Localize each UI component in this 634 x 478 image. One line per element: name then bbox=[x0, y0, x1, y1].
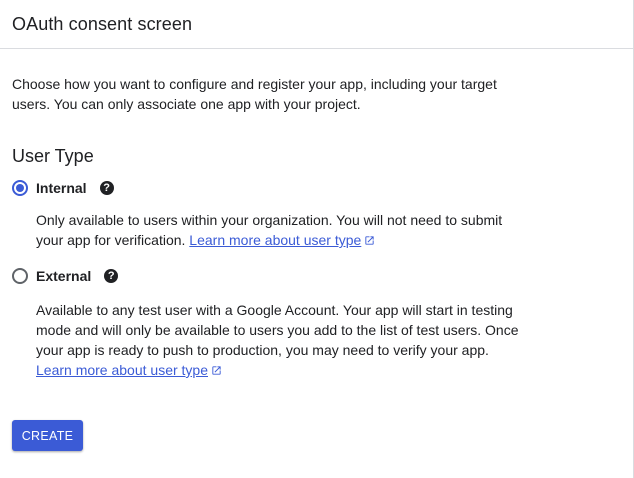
intro-description: Choose how you want to configure and reg… bbox=[12, 76, 497, 112]
open-in-new-icon[interactable] bbox=[364, 235, 375, 246]
internal-description: Only available to users within your orga… bbox=[36, 210, 526, 250]
learn-more-user-type-link-internal[interactable]: Learn more about user type bbox=[189, 232, 361, 248]
internal-label[interactable]: Internal bbox=[36, 180, 87, 196]
help-icon[interactable]: ? bbox=[99, 181, 114, 195]
main-content: Choose how you want to configure and reg… bbox=[0, 74, 633, 380]
learn-more-link-text[interactable]: Learn more about user type bbox=[189, 232, 361, 248]
external-description: Available to any test user with a Google… bbox=[36, 300, 526, 380]
user-type-option-external[interactable]: External ? bbox=[12, 264, 621, 288]
learn-more-link-text[interactable]: Learn more about user type bbox=[36, 362, 208, 378]
external-description-text: Available to any test user with a Google… bbox=[36, 302, 519, 358]
external-radio-button[interactable] bbox=[12, 268, 28, 284]
create-button[interactable]: CREATE bbox=[12, 420, 83, 451]
open-in-new-icon[interactable] bbox=[211, 365, 222, 376]
oauth-consent-panel: OAuth consent screen Choose how you want… bbox=[0, 0, 634, 478]
page-title: OAuth consent screen bbox=[12, 13, 193, 34]
user-type-heading: User Type bbox=[12, 146, 94, 166]
page-header: OAuth consent screen bbox=[0, 0, 633, 49]
user-type-option-internal[interactable]: Internal ? bbox=[12, 176, 621, 200]
external-label[interactable]: External bbox=[36, 268, 91, 284]
help-icon[interactable]: ? bbox=[104, 269, 119, 283]
learn-more-user-type-link-external[interactable]: Learn more about user type bbox=[36, 362, 208, 378]
internal-radio-button[interactable] bbox=[12, 180, 28, 196]
